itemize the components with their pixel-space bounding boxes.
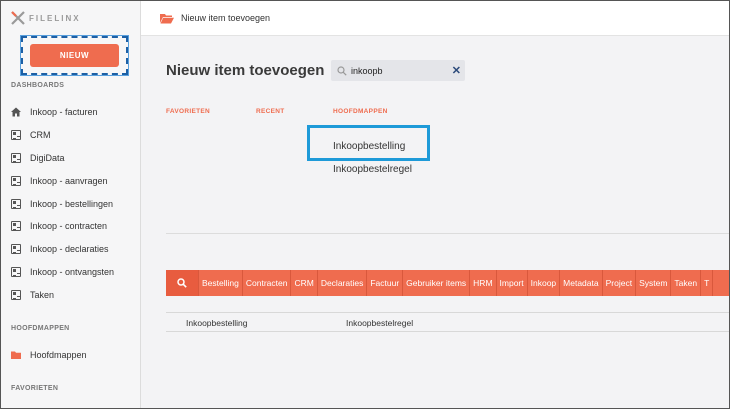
filter-search-button[interactable] [166, 270, 199, 296]
filter-truncated[interactable]: T [701, 270, 714, 296]
hoofdmappen-section-label: HOOFDMAPPEN [11, 325, 70, 332]
filter-contracten[interactable]: Contracten [243, 270, 292, 296]
search-box: ✕ [331, 60, 465, 81]
dashboard-icon [11, 198, 21, 209]
filter-inkoop[interactable]: Inkoop [528, 270, 561, 296]
sidebar-item-inkoop-declaraties[interactable]: Inkoop - declaraties [11, 238, 136, 261]
sidebar-item-label: Hoofdmappen [30, 350, 87, 361]
sidebar-item-hoofdmappen[interactable]: Hoofdmappen [11, 344, 136, 367]
sidebar-item-digidata[interactable]: DigiData [11, 147, 136, 170]
filter-declaraties[interactable]: Declaraties [318, 270, 368, 296]
new-button-focus-frame: NIEUW [20, 35, 129, 76]
new-button[interactable]: NIEUW [30, 44, 119, 67]
dashboard-icon [11, 152, 21, 163]
sidebar-item-taken[interactable]: Taken [11, 283, 136, 306]
sidebar-item-label: Taken [30, 289, 55, 300]
filter-system[interactable]: System [636, 270, 672, 296]
hoofdmappen-list: Hoofdmappen [11, 344, 136, 367]
search-icon [337, 65, 347, 76]
dashboard-icon [11, 130, 21, 141]
dashboards-list: Inkoop - facturen CRM DigiData Inkoop - … [11, 101, 136, 306]
sidebar-item-label: Inkoop - facturen [30, 107, 98, 118]
dashboard-icon [11, 221, 21, 232]
filter-bestelling[interactable]: Bestelling [199, 270, 243, 296]
home-icon [11, 107, 21, 117]
favorieten-section-label: FAVORIETEN [11, 385, 59, 392]
app-window: FILELINX NIEUW DASHBOARDS Inkoop - factu… [0, 0, 730, 409]
filter-gebruiker-items[interactable]: Gebruiker items [403, 270, 471, 296]
dashboard-icon [11, 244, 21, 255]
sidebar: FILELINX NIEUW DASHBOARDS Inkoop - factu… [1, 1, 141, 408]
sidebar-item-inkoop-contracten[interactable]: Inkoop - contracten [11, 215, 136, 238]
dashboard-icon [11, 266, 21, 277]
sidebar-item-label: Inkoop - aanvragen [30, 175, 108, 186]
sidebar-item-crm[interactable]: CRM [11, 124, 136, 147]
tab-recent[interactable]: RECENT [256, 108, 285, 115]
filter-project[interactable]: Project [603, 270, 637, 296]
sidebar-item-inkoop-aanvragen[interactable]: Inkoop - aanvragen [11, 169, 136, 192]
logo-text: FILELINX [29, 13, 81, 23]
dashboard-icon [11, 175, 21, 186]
result-inkoopbestelling[interactable]: Inkoopbestelling [333, 141, 405, 152]
logo-icon [11, 11, 25, 25]
clear-search-icon[interactable]: ✕ [452, 64, 461, 77]
filter-hrm[interactable]: HRM [470, 270, 497, 296]
sidebar-item-label: Inkoop - ontvangsten [30, 266, 115, 277]
sidebar-item-label: DigiData [30, 152, 65, 163]
folder-icon [11, 351, 21, 360]
sidebar-item-inkoop-ontvangsten[interactable]: Inkoop - ontvangsten [11, 261, 136, 284]
top-bar: Nieuw item toevoegen [141, 1, 729, 36]
sidebar-item-label: CRM [30, 130, 51, 141]
topbar-title: Nieuw item toevoegen [181, 13, 271, 23]
sidebar-item-label: Inkoop - bestellingen [30, 198, 114, 209]
filter-taken[interactable]: Taken [671, 270, 702, 296]
filter-factuur[interactable]: Factuur [367, 270, 404, 296]
tab-hoofdmappen[interactable]: HOOFDMAPPEN [333, 108, 388, 115]
app-logo[interactable]: FILELINX [11, 10, 81, 26]
filter-import[interactable]: Import [497, 270, 528, 296]
divider [166, 233, 729, 234]
search-input[interactable] [351, 65, 447, 76]
dashboard-icon [11, 289, 21, 300]
sidebar-item-inkoop-bestellingen[interactable]: Inkoop - bestellingen [11, 192, 136, 215]
table-row[interactable]: Inkoopbestelling Inkoopbestelregel [166, 312, 729, 332]
table-cell: Inkoopbestelling [186, 318, 248, 328]
filter-bar: Bestelling Contracten CRM Declaraties Fa… [166, 270, 729, 296]
dashboards-section-label: DASHBOARDS [11, 82, 65, 89]
table-cell: Inkoopbestelregel [346, 318, 414, 328]
sidebar-item-label: Inkoop - contracten [30, 221, 108, 232]
tab-favorieten[interactable]: FAVORIETEN [166, 108, 210, 115]
page-title: Nieuw item toevoegen [166, 62, 325, 79]
sidebar-item-inkoop-facturen[interactable]: Inkoop - facturen [11, 101, 136, 124]
folder-open-icon [160, 13, 174, 23]
filter-metadata[interactable]: Metadata [560, 270, 603, 296]
result-inkoopbestelregel[interactable]: Inkoopbestelregel [333, 164, 412, 175]
search-icon [177, 278, 187, 288]
filter-crm[interactable]: CRM [291, 270, 318, 296]
sidebar-item-label: Inkoop - declaraties [30, 244, 109, 255]
